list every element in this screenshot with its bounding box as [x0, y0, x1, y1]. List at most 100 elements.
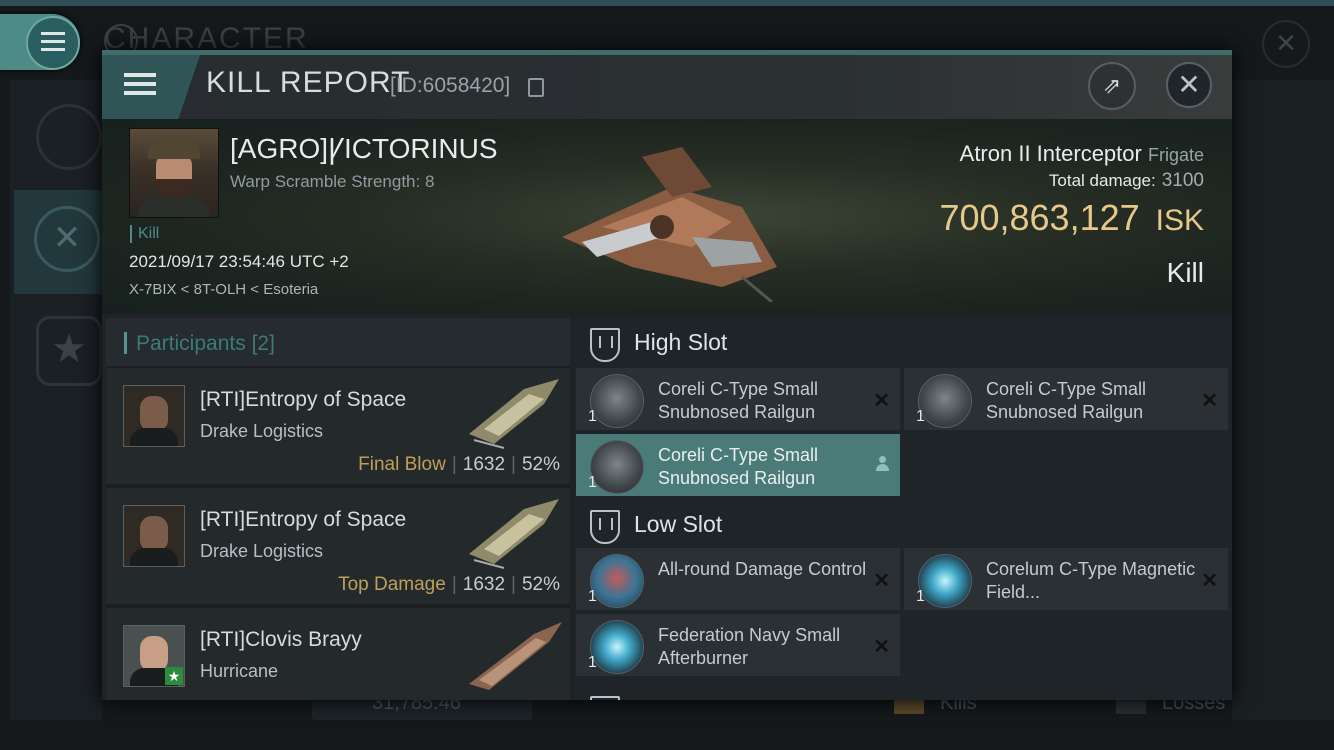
module-quantity: 1 [588, 588, 597, 605]
participant-name: [RTI]Clovis Brayy [200, 628, 362, 651]
module-item[interactable]: 1 Federation Navy Small Afterburner ✕ [576, 614, 900, 676]
main-menu-button[interactable] [0, 14, 80, 70]
isk-unit: ISK [1155, 204, 1204, 237]
total-damage-value: 3100 [1161, 170, 1204, 191]
modal-title: KILL REPORT [206, 66, 411, 99]
isk-amount: 700,863,127 [939, 197, 1140, 238]
final-blow-label: Final Blow [358, 454, 446, 475]
module-item-selected[interactable]: 1 Coreli C-Type Small Snubnosed Railgun [576, 434, 900, 496]
avatar [123, 385, 185, 447]
participant-row[interactable]: [RTI]Entropy of Space Drake Logistics To… [106, 488, 570, 608]
crossed-swords-icon: ✕ [34, 206, 100, 272]
avatar: ★ [123, 625, 185, 687]
kill-report-modal: KILL REPORT [ID:6058420] ⇗ ✕ [AGRO]ꝨICTO… [102, 50, 1232, 700]
victim-banner: [AGRO]ꝨICTORINUS Warp Scramble Strength:… [102, 119, 1232, 314]
railgun-icon [590, 440, 644, 494]
background-close-icon[interactable]: ✕ [1262, 20, 1310, 68]
kill-location[interactable]: X-7BIX < 8T-OLH < Esoteria [129, 281, 318, 298]
low-slot-title: Low Slot [634, 511, 723, 537]
participant-damage: 1632 [462, 574, 506, 595]
participant-damage: 1632 [462, 454, 506, 475]
participant-ship-image [469, 499, 559, 569]
participant-row[interactable]: ★ [RTI]Clovis Brayy Hurricane [106, 608, 570, 700]
participant-row[interactable]: [RTI]Entropy of Space Drake Logistics Fi… [106, 368, 570, 488]
avatar [123, 505, 185, 567]
victim-name[interactable]: [AGRO]ꝨICTORINUS [230, 129, 498, 167]
participant-ship-image [469, 379, 559, 449]
total-damage-label: Total damage: [1048, 171, 1156, 190]
next-slot-header-partial [574, 686, 1232, 700]
slot-icon [590, 696, 620, 700]
kill-id: [ID:6058420] [390, 74, 511, 97]
participant-name: [RTI]Entropy of Space [200, 388, 407, 411]
module-item[interactable]: 1 Corelum C-Type Magnetic Field... ✕ [904, 548, 1228, 610]
module-quantity: 1 [588, 654, 597, 671]
participant-percent: 52% [521, 454, 560, 475]
victim-ship-name[interactable]: Atron II Interceptor Frigate [960, 141, 1204, 167]
victim-portrait[interactable] [129, 128, 219, 218]
person-icon [876, 456, 889, 472]
high-slot-title: High Slot [634, 329, 728, 355]
participant-ship: Drake Logistics [200, 421, 324, 441]
rail-star-icon[interactable]: ★ [36, 316, 102, 386]
low-slot-header: Low Slot [574, 500, 1232, 550]
module-quantity: 1 [916, 408, 925, 425]
module-name: Coreli C-Type Small Snubnosed Railgun [658, 445, 819, 488]
share-icon[interactable]: ⇗ [1088, 62, 1136, 110]
kill-datetime: 2021/09/17 23:54:46 UTC +2 [129, 252, 349, 271]
module-name: Coreli C-Type Small Snubnosed Railgun [986, 379, 1147, 422]
destroyed-icon: ✕ [873, 390, 890, 412]
module-name: All-round Damage Control [658, 559, 867, 579]
destroyed-icon: ✕ [1201, 570, 1218, 592]
afterburner-icon [590, 620, 644, 674]
copy-icon[interactable] [528, 78, 544, 97]
participant-ship: Hurricane [200, 661, 279, 681]
participants-count: [2] [251, 332, 275, 355]
participant-ship: Drake Logistics [200, 541, 324, 561]
low-slot-icon [590, 510, 620, 544]
kill-type-tag: Kill [130, 225, 159, 243]
hamburger-icon [124, 73, 156, 100]
ship-name-text: Atron II Interceptor [959, 141, 1142, 166]
module-item[interactable]: 1 Coreli C-Type Small Snubnosed Railgun … [576, 368, 900, 430]
left-rail [10, 80, 102, 720]
participant-stats: Top Damage | 1632 | 52% [338, 574, 560, 595]
rail-menu-icon[interactable] [36, 104, 102, 170]
railgun-icon [590, 374, 644, 428]
high-slot-header: High Slot [574, 318, 1232, 368]
railgun-icon [918, 374, 972, 428]
participant-stats: Final Blow | 1632 | 52% [358, 454, 560, 475]
hamburger-icon [26, 16, 80, 70]
module-name: Federation Navy Small Afterburner [658, 625, 841, 668]
module-name: Corelum C-Type Magnetic Field... [986, 559, 1196, 602]
module-item[interactable]: 1 Coreli C-Type Small Snubnosed Railgun … [904, 368, 1228, 430]
participants-title: Participants [136, 332, 246, 355]
participant-percent: 52% [521, 574, 560, 595]
close-icon[interactable]: ✕ [1166, 62, 1212, 108]
right-panel [1232, 80, 1334, 720]
destroyed-icon: ✕ [873, 636, 890, 658]
destroyed-icon: ✕ [873, 570, 890, 592]
module-item[interactable]: 1 All-round Damage Control ✕ [576, 548, 900, 610]
module-quantity: 1 [588, 474, 597, 491]
damage-control-icon [590, 554, 644, 608]
high-slot-icon [590, 328, 620, 362]
total-damage: Total damage: 3100 [1049, 170, 1204, 192]
victim-ship-image[interactable] [542, 127, 792, 302]
result-label: Kill [1166, 257, 1204, 288]
participants-panel: Participants [2] [RTI]Entropy of Space D… [106, 318, 570, 700]
fitting-panel: High Slot 1 Coreli C-Type Small Snubnose… [574, 318, 1232, 700]
ship-class: Frigate [1147, 145, 1204, 165]
isk-value: 700,863,127 ISK [939, 197, 1204, 239]
module-quantity: 1 [588, 408, 597, 425]
rail-combat-tab[interactable]: ✕ [14, 190, 104, 294]
top-bar [0, 0, 1334, 6]
participant-name: [RTI]Entropy of Space [200, 508, 407, 531]
star-badge-icon: ★ [165, 667, 183, 685]
participants-header: Participants [2] [106, 318, 570, 366]
destroyed-icon: ✕ [1201, 390, 1218, 412]
magnetic-field-stabilizer-icon [918, 554, 972, 608]
top-damage-label: Top Damage [338, 574, 446, 595]
warp-scramble-strength: Warp Scramble Strength: 8 [230, 172, 435, 191]
module-name: Coreli C-Type Small Snubnosed Railgun [658, 379, 819, 422]
